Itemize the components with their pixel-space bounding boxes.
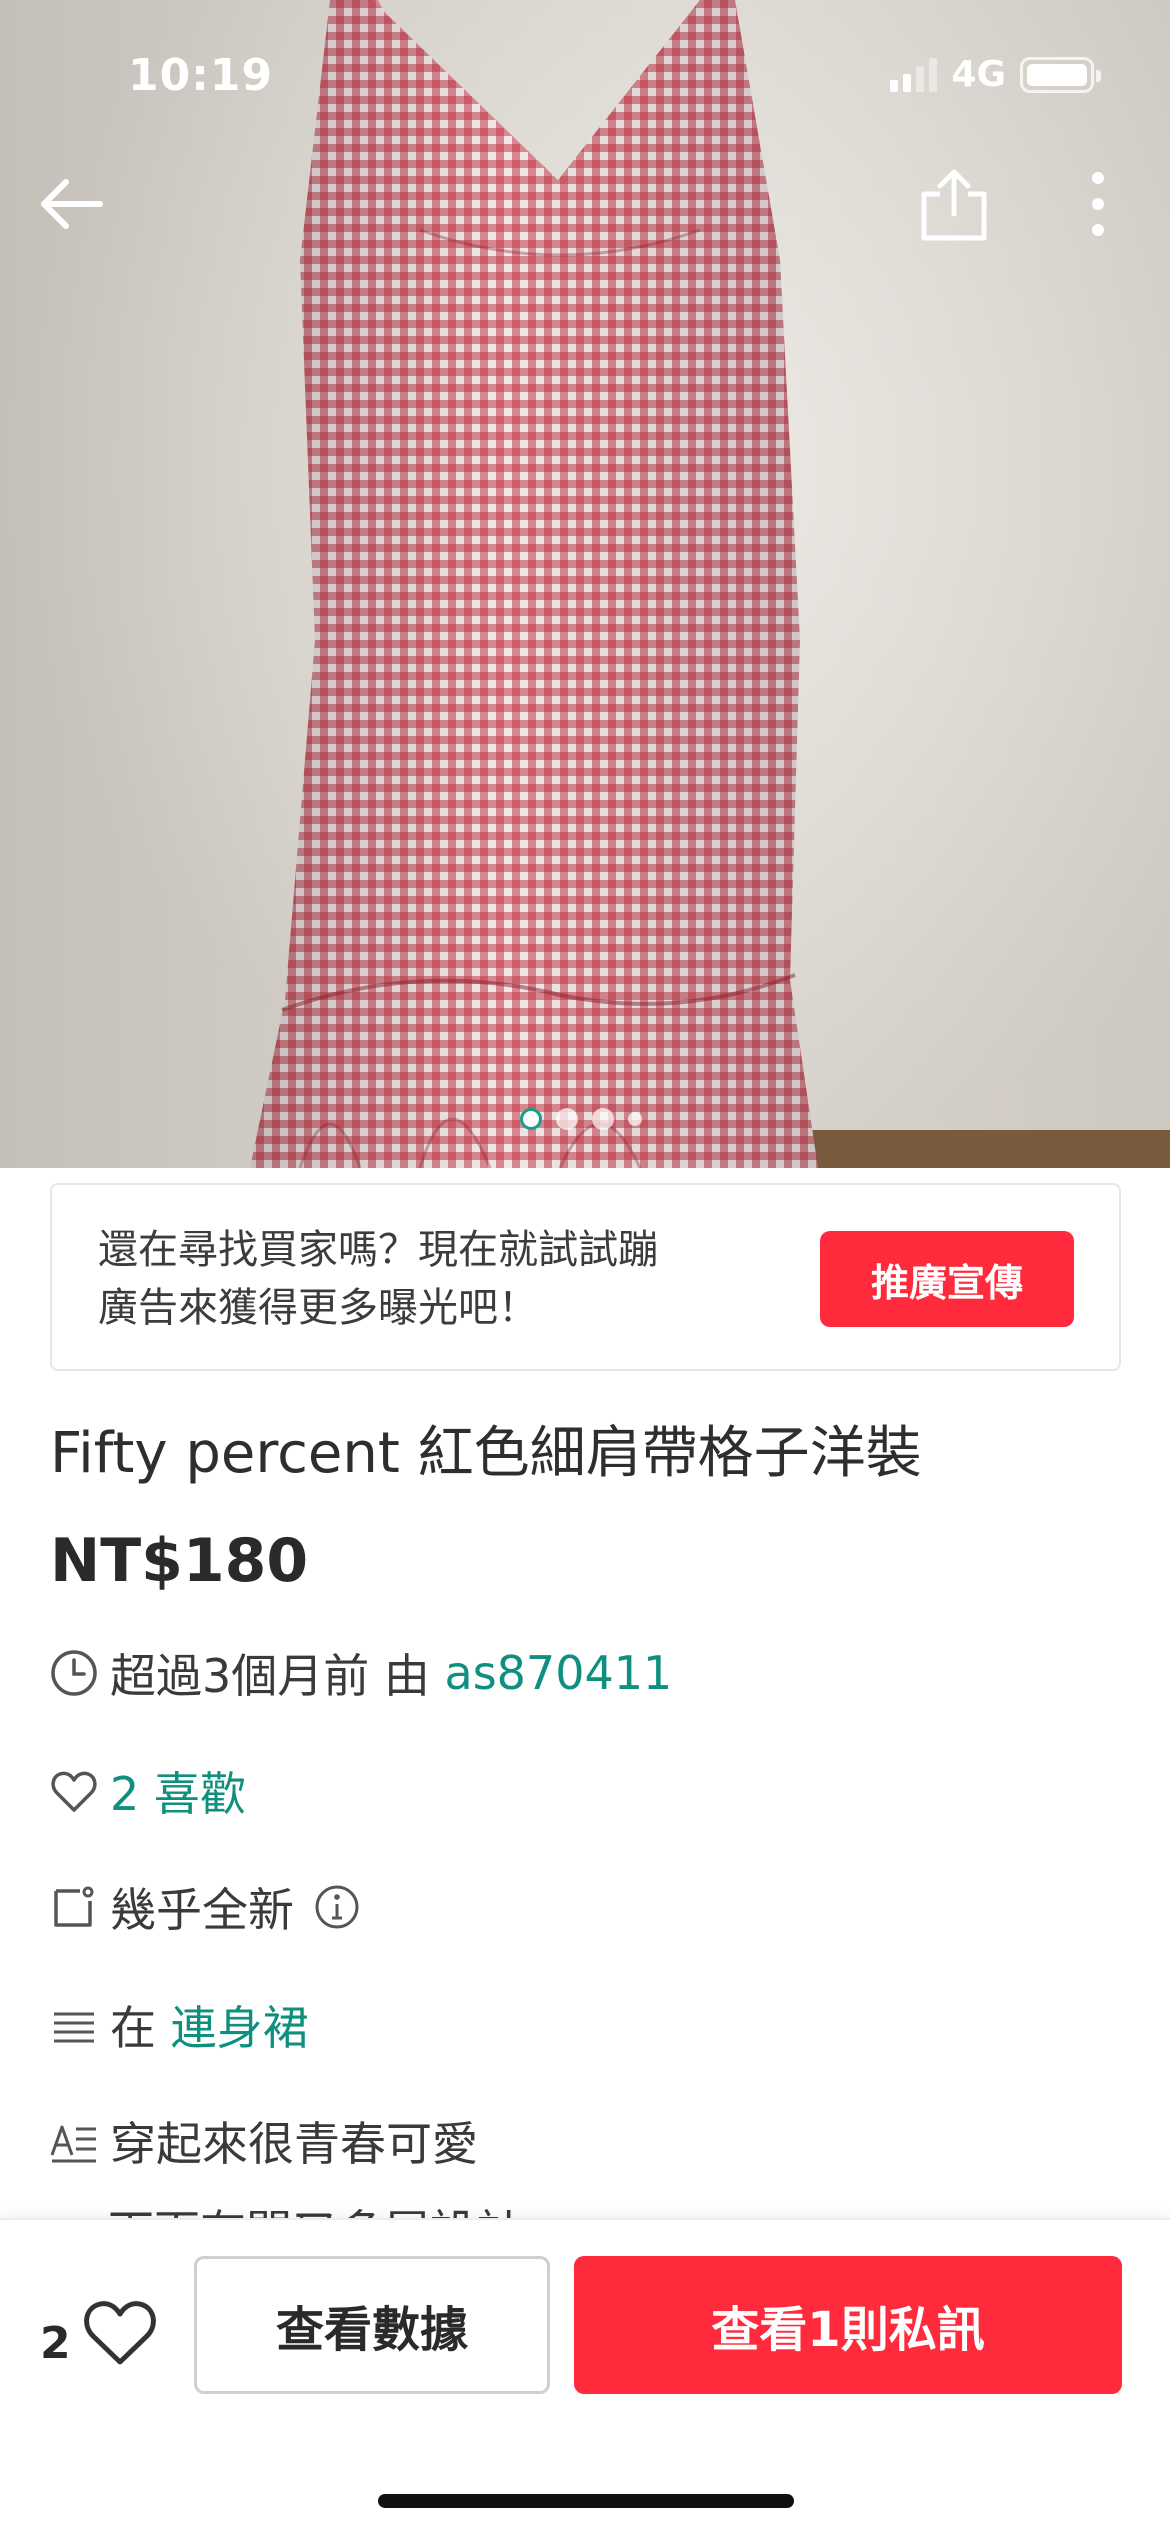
condition-label: 幾乎全新 <box>110 1883 294 1937</box>
promo-text-line: 還在尋找買家嗎？現在就試試蹦 <box>98 1227 658 1273</box>
photo-pagination[interactable] <box>520 1108 642 1130</box>
page-dot[interactable] <box>628 1112 642 1126</box>
category-prefix: 在 <box>110 2001 171 2055</box>
back-arrow-icon[interactable] <box>36 168 108 240</box>
listing-photo[interactable]: 10:19 4G <box>0 0 1170 1168</box>
network-type: 4G <box>951 54 1006 95</box>
signal-icon <box>890 57 938 92</box>
description-line: 穿起來很青春可愛 <box>110 2117 478 2171</box>
status-time: 10:19 <box>128 50 274 101</box>
tag-icon <box>54 1886 94 1927</box>
status-indicators: 4G <box>890 54 1101 95</box>
more-vertical-icon[interactable] <box>1080 164 1116 244</box>
listing-price: NT$180 <box>50 1526 309 1596</box>
category-info: 在 連身裙 <box>48 1992 309 2058</box>
seller-link[interactable]: as870411 <box>445 1646 673 1700</box>
likes-info[interactable]: 2 喜歡 <box>48 1758 246 1824</box>
home-indicator[interactable] <box>378 2494 794 2508</box>
promo-banner: 還在尋找買家嗎？現在就試試蹦 廣告來獲得更多曝光吧！ 推廣宣傳 <box>50 1183 1121 1371</box>
heart-outline-icon <box>51 1771 97 1812</box>
description: 穿起來很青春可愛 <box>48 2108 478 2174</box>
listing-title: Fifty percent 紅色細肩帶格子洋裝 <box>50 1421 922 1486</box>
promote-button[interactable]: 推廣宣傳 <box>820 1231 1074 1327</box>
text-description-icon <box>50 2125 96 2163</box>
page-dot[interactable] <box>520 1108 542 1130</box>
dress-image <box>250 0 818 1168</box>
likes-count[interactable]: 2 喜歡 <box>110 1758 246 1824</box>
heart-icon[interactable] <box>80 2292 160 2372</box>
view-stats-button[interactable]: 查看數據 <box>194 2256 550 2394</box>
battery-icon <box>1020 56 1101 93</box>
promo-text: 還在尋找買家嗎？現在就試試蹦 廣告來獲得更多曝光吧！ <box>98 1221 818 1337</box>
posted-time: 超過3個月前 由 <box>110 1649 445 1703</box>
view-messages-button[interactable]: 查看1則私訊 <box>574 2256 1122 2394</box>
info-icon[interactable] <box>314 1884 360 1930</box>
bottom-action-bar: 2 查看數據 查看1則私訊 <box>0 2218 1170 2532</box>
condition-info: 幾乎全新 <box>48 1874 360 1940</box>
page-dot[interactable] <box>556 1108 578 1130</box>
clock-icon <box>51 1650 97 1696</box>
share-icon[interactable] <box>916 164 992 244</box>
promo-text-line: 廣告來獲得更多曝光吧！ <box>98 1285 538 1331</box>
category-link[interactable]: 連身裙 <box>171 1992 309 2058</box>
like-count: 2 <box>40 2318 71 2369</box>
posted-info: 超過3個月前 由 as870411 <box>48 1640 672 1706</box>
page-dot[interactable] <box>592 1108 614 1130</box>
list-icon <box>54 2012 94 2043</box>
